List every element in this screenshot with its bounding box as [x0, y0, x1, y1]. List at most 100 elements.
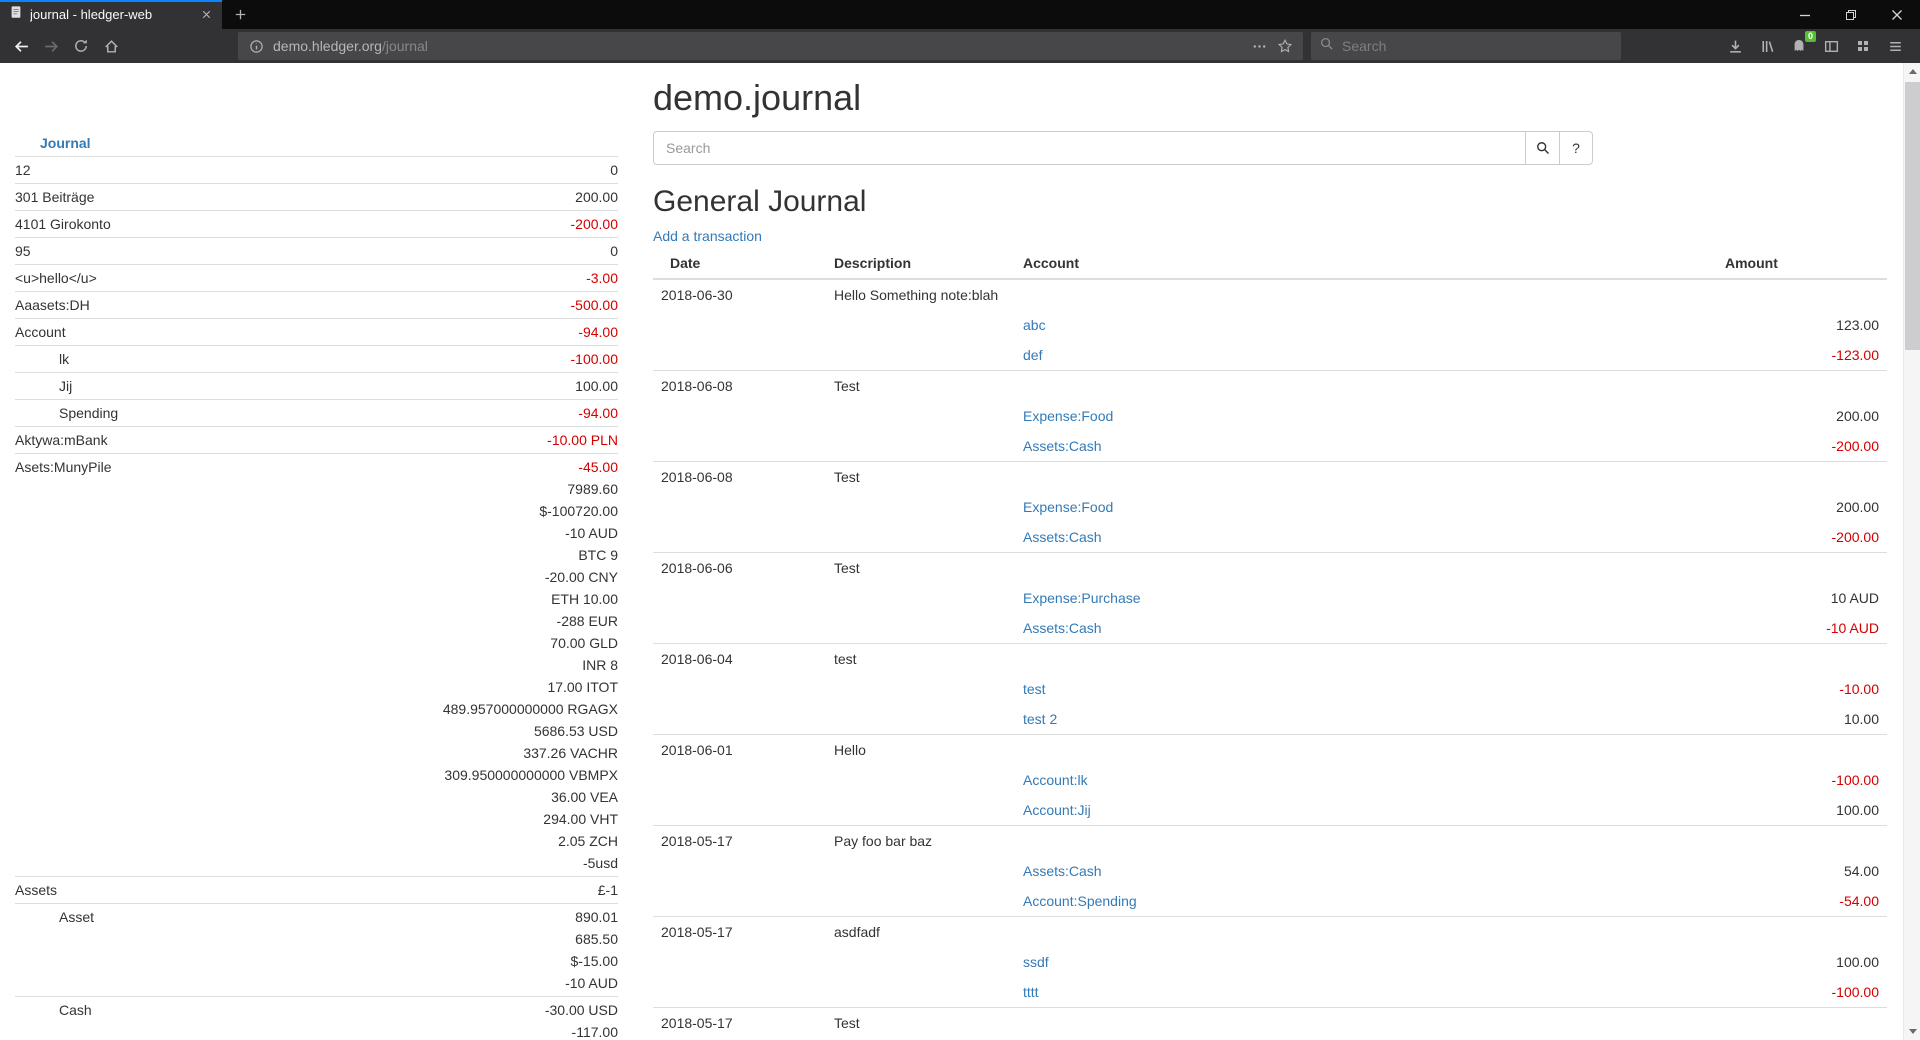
- journal-nav-link[interactable]: Journal: [15, 132, 91, 154]
- sidebar-account-link[interactable]: <u>hello</u>: [15, 270, 97, 286]
- sidebar-account-link[interactable]: Jij: [59, 378, 72, 394]
- window-restore-button[interactable]: [1828, 0, 1874, 29]
- transaction-row[interactable]: 2018-05-17Pay foo bar baz: [653, 826, 1887, 857]
- account-balance: 70.00 GLD: [338, 632, 618, 654]
- transaction-description: Test: [826, 371, 1717, 402]
- journal-table-body: 2018-06-30Hello Something note:blahabc12…: [653, 279, 1887, 1038]
- account-balance: 7989.60: [338, 478, 618, 500]
- forward-button[interactable]: [36, 32, 66, 60]
- posting-account-link[interactable]: abc: [1023, 317, 1046, 333]
- posting-amount: 200.00: [1717, 492, 1887, 522]
- sidebar-account-link[interactable]: Account: [15, 324, 66, 340]
- page-scrollbar[interactable]: [1903, 63, 1920, 1040]
- browser-search-placeholder: Search: [1342, 38, 1386, 54]
- posting-account-link[interactable]: Account:Spending: [1023, 893, 1137, 909]
- posting-account-link[interactable]: Assets:Cash: [1023, 863, 1102, 879]
- sidebar-table: Journal 120301 Beiträge200.004101 Giroko…: [15, 130, 618, 1040]
- page-actions-icon[interactable]: [1246, 33, 1272, 59]
- transaction-row[interactable]: 2018-05-17Test: [653, 1008, 1887, 1039]
- url-bar[interactable]: demo.hledger.org/journal: [238, 32, 1303, 60]
- posting-row: def -123.00: [653, 340, 1887, 371]
- transaction-description: Pay foo bar baz: [826, 826, 1717, 857]
- posting-account-link[interactable]: Assets:Cash: [1023, 529, 1102, 545]
- posting-account-link[interactable]: Expense:Food: [1023, 408, 1113, 424]
- posting-account-link[interactable]: def: [1023, 347, 1042, 363]
- posting-account-link[interactable]: Expense:Purchase: [1023, 590, 1141, 606]
- sidebar-account-link[interactable]: Asets:MunyPile: [15, 459, 111, 475]
- posting-account-link[interactable]: Assets:Cash: [1023, 620, 1102, 636]
- add-transaction-link[interactable]: Add a transaction: [653, 228, 762, 244]
- search-help-button[interactable]: ?: [1559, 131, 1593, 165]
- account-balance: -94.00: [338, 321, 618, 343]
- transaction-row[interactable]: 2018-06-30Hello Something note:blah: [653, 279, 1887, 310]
- bookmark-star-icon[interactable]: [1272, 33, 1298, 59]
- library-icon[interactable]: [1752, 32, 1782, 60]
- browser-search-field[interactable]: Search: [1311, 32, 1621, 60]
- posting-amount: -10 AUD: [1717, 613, 1887, 644]
- posting-row: Assets:Cash -10 AUD: [653, 613, 1887, 644]
- journal-search-button[interactable]: [1525, 131, 1559, 165]
- sidebar-account-link[interactable]: Assets: [15, 882, 57, 898]
- sidebar-account-link[interactable]: 4101 Girokonto: [15, 216, 111, 232]
- transaction-date: 2018-06-06: [653, 553, 826, 584]
- sidebar-account-link[interactable]: lk: [59, 351, 69, 367]
- sidebar-account-link[interactable]: Aaasets:DH: [15, 297, 90, 313]
- sidebar-account-link[interactable]: Asset: [59, 909, 94, 925]
- window-minimize-button[interactable]: [1782, 0, 1828, 29]
- posting-account-link[interactable]: Assets:Cash: [1023, 438, 1102, 454]
- sidebar-account-link[interactable]: 12: [15, 162, 31, 178]
- account-balance: -45.00: [338, 456, 618, 478]
- sidebar-account-link[interactable]: Cash: [59, 1002, 92, 1018]
- sidebar: Journal 120301 Beiträge200.004101 Giroko…: [15, 130, 618, 1040]
- posting-amount: 100.00: [1717, 795, 1887, 826]
- account-balance: 17.00 ITOT: [338, 676, 618, 698]
- transaction-description: Test: [826, 462, 1717, 493]
- transaction-row[interactable]: 2018-06-08Test: [653, 371, 1887, 402]
- account-balance: £-1: [338, 879, 618, 901]
- site-info-icon[interactable]: [243, 33, 269, 59]
- posting-row: tttt-100.00: [653, 977, 1887, 1008]
- sidebar-account-link[interactable]: Aktywa:mBank: [15, 432, 108, 448]
- transaction-date: 2018-06-01: [653, 735, 826, 766]
- transaction-date: 2018-06-08: [653, 371, 826, 402]
- home-icon[interactable]: [96, 32, 126, 60]
- transaction-row[interactable]: 2018-06-01Hello: [653, 735, 1887, 766]
- back-button[interactable]: [6, 32, 36, 60]
- account-balance: -500.00: [338, 294, 618, 316]
- posting-account-link[interactable]: Account:Jij: [1023, 802, 1091, 818]
- posting-account-link[interactable]: Expense:Food: [1023, 499, 1113, 515]
- tab-close-icon[interactable]: [200, 8, 213, 21]
- sidebar-account-link[interactable]: 301 Beiträge: [15, 189, 94, 205]
- transaction-row[interactable]: 2018-06-06Test: [653, 553, 1887, 584]
- posting-account-link[interactable]: tttt: [1023, 984, 1039, 1000]
- menu-icon[interactable]: [1880, 32, 1910, 60]
- reload-icon[interactable]: [66, 32, 96, 60]
- new-tab-button[interactable]: [222, 0, 258, 29]
- posting-account-link[interactable]: test 2: [1023, 711, 1057, 727]
- transaction-row[interactable]: 2018-06-04test: [653, 644, 1887, 675]
- transaction-row[interactable]: 2018-06-08Test: [653, 462, 1887, 493]
- transaction-row[interactable]: 2018-05-17asdfadf: [653, 917, 1887, 948]
- grid-icon[interactable]: [1848, 32, 1878, 60]
- posting-amount: -123.00: [1717, 340, 1887, 371]
- posting-account-link[interactable]: ssdf: [1023, 954, 1049, 970]
- scroll-down-arrow[interactable]: [1904, 1023, 1920, 1040]
- sidebar-account-link[interactable]: Spending: [59, 405, 118, 421]
- ghostery-extension-icon[interactable]: 0: [1784, 32, 1814, 60]
- posting-account-link[interactable]: Account:lk: [1023, 772, 1088, 788]
- transaction-date: 2018-06-08: [653, 462, 826, 493]
- account-balance: 36.00 VEA: [338, 786, 618, 808]
- scrollbar-thumb[interactable]: [1905, 82, 1920, 350]
- journal-search-input[interactable]: [653, 131, 1525, 165]
- scroll-up-arrow[interactable]: [1904, 63, 1920, 80]
- downloads-icon[interactable]: [1720, 32, 1750, 60]
- sidebar-account-link[interactable]: 95: [15, 243, 31, 259]
- active-tab[interactable]: journal - hledger-web: [0, 0, 222, 29]
- sidebar-toggle-icon[interactable]: [1816, 32, 1846, 60]
- account-balance: -5usd: [338, 852, 618, 874]
- account-balance: 200.00: [338, 186, 618, 208]
- search-icon: [1319, 36, 1334, 56]
- window-close-button[interactable]: [1874, 0, 1920, 29]
- posting-account-link[interactable]: test: [1023, 681, 1046, 697]
- posting-row: Assets:Cash-200.00: [653, 522, 1887, 553]
